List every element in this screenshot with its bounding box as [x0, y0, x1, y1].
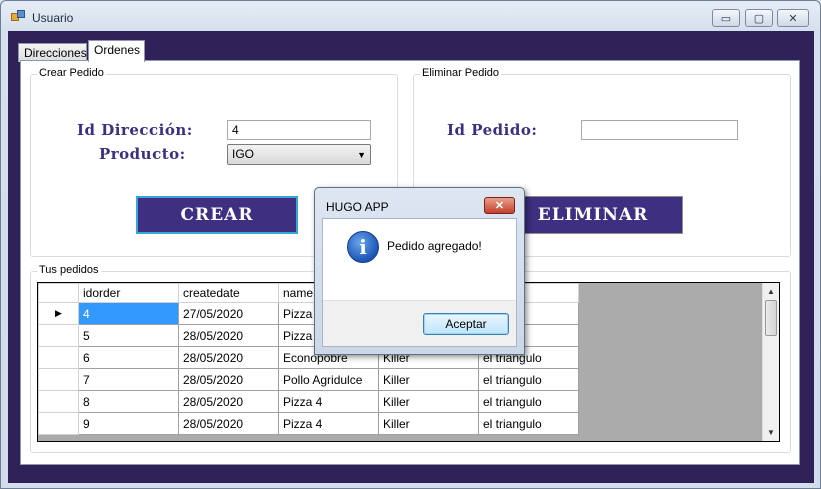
id-pedido-label: Id Pedido:	[447, 121, 538, 139]
vertical-scrollbar[interactable]: ▲ ▼	[762, 283, 779, 441]
eliminar-pedido-legend: Eliminar Pedido	[420, 67, 502, 79]
table-cell[interactable]: 6	[78, 346, 179, 369]
table-cell[interactable]: 27/05/2020	[178, 302, 279, 325]
window-title: Usuario	[32, 11, 74, 25]
table-cell[interactable]: el triangulo	[478, 390, 579, 413]
table-cell[interactable]: 7	[78, 368, 179, 391]
table-cell[interactable]: 9	[78, 412, 179, 435]
chevron-down-icon: ▼	[357, 150, 366, 160]
id-direccion-label: Id Dirección:	[77, 121, 193, 139]
row-header[interactable]	[38, 346, 79, 369]
crear-pedido-legend: Crear Pedido	[37, 67, 106, 79]
row-header[interactable]	[38, 412, 79, 435]
table-cell[interactable]: 28/05/2020	[178, 390, 279, 413]
table-cell[interactable]: Killer	[378, 412, 479, 435]
crear-button[interactable]: CREAR	[136, 196, 298, 234]
table-cell[interactable]: Pollo Agridulce	[278, 368, 379, 391]
minimize-button[interactable]: ▭	[712, 9, 740, 27]
table-row[interactable]: 7 28/05/2020 Pollo Agridulce Killer el t…	[38, 368, 579, 391]
title-bar[interactable]: Usuario ▭ ▢ ✕	[1, 1, 820, 31]
id-direccion-input[interactable]: 4	[227, 120, 371, 140]
column-header-idorder[interactable]: idorder	[78, 283, 179, 303]
dialog-message: Pedido agregado!	[387, 239, 482, 253]
table-cell[interactable]: el triangulo	[478, 412, 579, 435]
row-header[interactable]	[38, 368, 79, 391]
dialog-close-button[interactable]: ✕	[484, 197, 515, 214]
table-cell[interactable]: Pizza 4	[278, 390, 379, 413]
table-cell[interactable]: Pizza 4	[278, 412, 379, 435]
dialog-title: HUGO APP	[326, 200, 389, 214]
id-pedido-input[interactable]	[581, 120, 738, 140]
app-icon	[11, 10, 27, 24]
table-cell[interactable]: 28/05/2020	[178, 368, 279, 391]
aceptar-button[interactable]: Aceptar	[423, 313, 509, 335]
scroll-down-icon[interactable]: ▼	[763, 424, 779, 441]
info-icon: i	[347, 231, 379, 263]
current-row-arrow-icon: ▶	[38, 302, 79, 325]
scroll-up-icon[interactable]: ▲	[763, 283, 779, 300]
producto-select-value: IGO	[232, 147, 255, 161]
table-row[interactable]: 8 28/05/2020 Pizza 4 Killer el triangulo	[38, 390, 579, 413]
tus-pedidos-legend: Tus pedidos	[37, 264, 101, 276]
row-header[interactable]	[38, 324, 79, 347]
table-cell[interactable]: 4	[78, 302, 179, 325]
table-cell[interactable]: 28/05/2020	[178, 346, 279, 369]
eliminar-button[interactable]: ELIMINAR	[503, 196, 683, 234]
message-dialog: HUGO APP ✕ i Pedido agregado! Aceptar	[314, 187, 525, 355]
producto-select[interactable]: IGO ▼	[227, 144, 371, 165]
maximize-button[interactable]: ▢	[745, 9, 773, 27]
dialog-body: i Pedido agregado! Aceptar	[322, 218, 517, 347]
scroll-thumb[interactable]	[765, 300, 777, 336]
dialog-footer: Aceptar	[323, 300, 516, 346]
table-cell[interactable]: Killer	[378, 390, 479, 413]
table-cell[interactable]: 8	[78, 390, 179, 413]
table-cell[interactable]: 5	[78, 324, 179, 347]
table-cell[interactable]: Killer	[378, 368, 479, 391]
main-window: Usuario ▭ ▢ ✕ Direcciones Ordenes Crear …	[0, 0, 821, 489]
producto-label: Producto:	[99, 145, 186, 163]
table-cell[interactable]: el triangulo	[478, 368, 579, 391]
row-header-corner	[38, 283, 79, 303]
close-button[interactable]: ✕	[777, 9, 809, 27]
tab-ordenes[interactable]: Ordenes	[88, 40, 145, 62]
table-row[interactable]: 9 28/05/2020 Pizza 4 Killer el triangulo	[38, 412, 579, 435]
table-cell[interactable]: 28/05/2020	[178, 324, 279, 347]
column-header-createdate[interactable]: createdate	[178, 283, 279, 303]
row-header[interactable]	[38, 390, 79, 413]
table-cell[interactable]: 28/05/2020	[178, 412, 279, 435]
